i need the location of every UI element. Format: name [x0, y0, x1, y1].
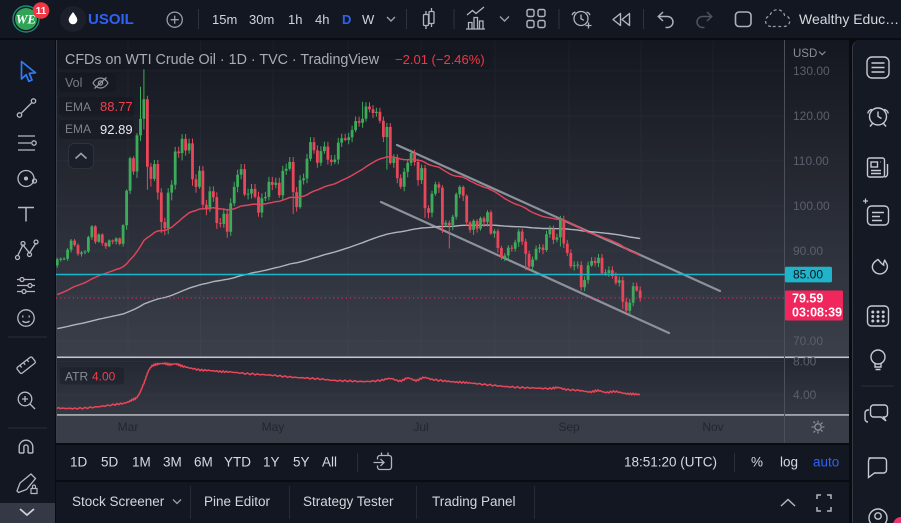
- svg-text:3M: 3M: [163, 455, 182, 470]
- svg-text:5D: 5D: [101, 455, 119, 470]
- svg-text:ATR: ATR: [65, 370, 88, 384]
- svg-text:90.00: 90.00: [793, 244, 823, 258]
- svg-text:11: 11: [36, 6, 47, 17]
- svg-text:Wealthy Educ…: Wealthy Educ…: [799, 11, 899, 27]
- svg-text:Stock Screener: Stock Screener: [72, 494, 165, 509]
- svg-text:4h: 4h: [315, 12, 329, 27]
- svg-text:Sep: Sep: [558, 420, 580, 434]
- svg-text:Pine Editor: Pine Editor: [204, 494, 271, 509]
- svg-text:1Y: 1Y: [263, 455, 280, 470]
- svg-text:03:08:39: 03:08:39: [792, 306, 842, 320]
- svg-text:May: May: [262, 420, 285, 434]
- svg-text:USOIL: USOIL: [88, 11, 134, 28]
- svg-text:70.00: 70.00: [793, 334, 823, 348]
- svg-text:%: %: [751, 455, 763, 470]
- svg-text:85.00: 85.00: [793, 268, 823, 282]
- svg-text:5Y: 5Y: [293, 455, 310, 470]
- svg-text:auto: auto: [813, 455, 839, 470]
- svg-text:6M: 6M: [194, 455, 213, 470]
- svg-text:Jul: Jul: [413, 420, 428, 434]
- svg-text:1h: 1h: [288, 12, 302, 27]
- svg-text:1M: 1M: [132, 455, 151, 470]
- svg-text:8.00: 8.00: [793, 355, 817, 369]
- svg-text:W: W: [362, 12, 375, 27]
- svg-text:Nov: Nov: [702, 420, 723, 434]
- svg-text:Trading Panel: Trading Panel: [432, 494, 516, 509]
- svg-text:15m: 15m: [212, 12, 237, 27]
- svg-text:110.00: 110.00: [793, 154, 829, 168]
- svg-text:130.00: 130.00: [793, 64, 830, 78]
- svg-text:WE: WE: [16, 12, 37, 27]
- svg-text:100.00: 100.00: [793, 199, 830, 213]
- svg-text:D: D: [342, 12, 351, 27]
- svg-text:18:51:20 (UTC): 18:51:20 (UTC): [624, 455, 717, 470]
- svg-text:30m: 30m: [249, 12, 274, 27]
- svg-text:Strategy Tester: Strategy Tester: [303, 494, 394, 509]
- svg-text:1D: 1D: [70, 455, 88, 470]
- svg-text:YTD: YTD: [224, 455, 251, 470]
- svg-text:120.00: 120.00: [793, 109, 830, 123]
- svg-text:4.00: 4.00: [92, 370, 116, 384]
- svg-text:4.00: 4.00: [793, 388, 817, 402]
- svg-text:log: log: [780, 455, 798, 470]
- svg-text:All: All: [322, 455, 337, 470]
- svg-text:79.59: 79.59: [792, 292, 823, 306]
- svg-text:USD: USD: [793, 48, 817, 60]
- svg-text:Mar: Mar: [118, 420, 139, 434]
